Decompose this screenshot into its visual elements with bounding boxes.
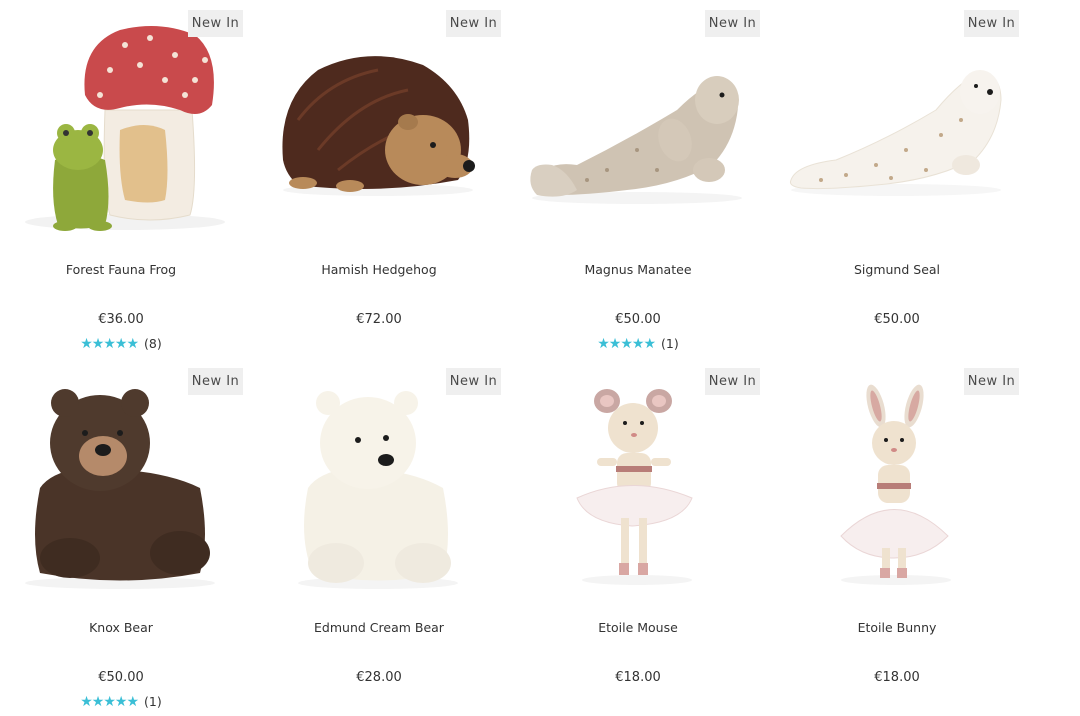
- product-image[interactable]: [517, 358, 759, 606]
- product-name[interactable]: Forest Fauna Frog: [0, 262, 242, 277]
- product-card-etoile-bunny[interactable]: New In Etoile Bunny €18.00: [776, 358, 1034, 716]
- product-card-sigmund-seal[interactable]: New In Sigmund Seal €50.00: [776, 0, 1034, 358]
- product-image[interactable]: [258, 358, 500, 606]
- cream-bear-image: [298, 391, 458, 589]
- product-grid: New In Forest Fauna Frog €36.00 ★★★★★ (8…: [0, 0, 1080, 713]
- product-price: €72.00: [356, 312, 402, 327]
- new-in-badge: New In: [705, 368, 760, 395]
- new-in-badge: New In: [188, 368, 243, 395]
- manatee-image: [530, 76, 742, 204]
- new-in-badge: New In: [964, 368, 1019, 395]
- product-name[interactable]: Hamish Hedgehog: [258, 262, 500, 277]
- bear-image: [25, 389, 215, 589]
- product-name[interactable]: Magnus Manatee: [517, 262, 759, 277]
- product-card-edmund-cream-bear[interactable]: New In Edmund Cream Bear €28.00: [258, 358, 516, 716]
- seal-image: [790, 70, 1002, 196]
- product-price: €50.00: [874, 312, 920, 327]
- mouse-image: [576, 389, 693, 585]
- rating-stars-icon: ★★★★★: [80, 335, 139, 351]
- product-image[interactable]: [776, 358, 1018, 606]
- product-price: €28.00: [356, 670, 402, 685]
- product-price: €50.00: [98, 670, 144, 685]
- product-image[interactable]: [0, 358, 242, 606]
- product-name[interactable]: Etoile Mouse: [517, 620, 759, 635]
- product-rating[interactable]: ★★★★★ (8): [0, 335, 242, 352]
- product-name[interactable]: Edmund Cream Bear: [258, 620, 500, 635]
- new-in-badge: New In: [964, 10, 1019, 37]
- review-count: (8): [144, 336, 162, 351]
- product-name[interactable]: Sigmund Seal: [776, 262, 1018, 277]
- review-count: (1): [661, 336, 679, 351]
- product-image[interactable]: [776, 0, 1018, 248]
- hedgehog-image: [282, 56, 475, 196]
- review-count: (1): [144, 694, 162, 709]
- product-rating[interactable]: ★★★★★ (1): [0, 693, 242, 710]
- product-card-forest-fauna-frog[interactable]: New In Forest Fauna Frog €36.00 ★★★★★ (8…: [0, 0, 258, 358]
- product-image[interactable]: [0, 0, 242, 248]
- new-in-badge: New In: [188, 10, 243, 37]
- new-in-badge: New In: [446, 10, 501, 37]
- product-price: €18.00: [615, 670, 661, 685]
- rating-stars-icon: ★★★★★: [80, 693, 139, 709]
- product-price: €50.00: [615, 312, 661, 327]
- new-in-badge: New In: [705, 10, 760, 37]
- product-price: €36.00: [98, 312, 144, 327]
- product-name[interactable]: Knox Bear: [0, 620, 242, 635]
- product-card-etoile-mouse[interactable]: New In Etoile Mouse €18.00: [517, 358, 775, 716]
- frog-mushroom-image: [25, 26, 225, 231]
- product-price: €18.00: [874, 670, 920, 685]
- product-card-magnus-manatee[interactable]: New In Magnus Manatee €50.00 ★★★★★ (1): [517, 0, 775, 358]
- rating-stars-icon: ★★★★★: [597, 335, 656, 351]
- product-name[interactable]: Etoile Bunny: [776, 620, 1018, 635]
- product-card-knox-bear[interactable]: New In Knox Bear €50.00 ★★★★★ (1): [0, 358, 258, 716]
- product-card-hamish-hedgehog[interactable]: New In Hamish Hedgehog €72.00: [258, 0, 516, 358]
- new-in-badge: New In: [446, 368, 501, 395]
- bunny-image: [840, 384, 951, 585]
- product-rating[interactable]: ★★★★★ (1): [517, 335, 759, 352]
- product-image[interactable]: [258, 0, 500, 248]
- product-image[interactable]: [517, 0, 759, 248]
